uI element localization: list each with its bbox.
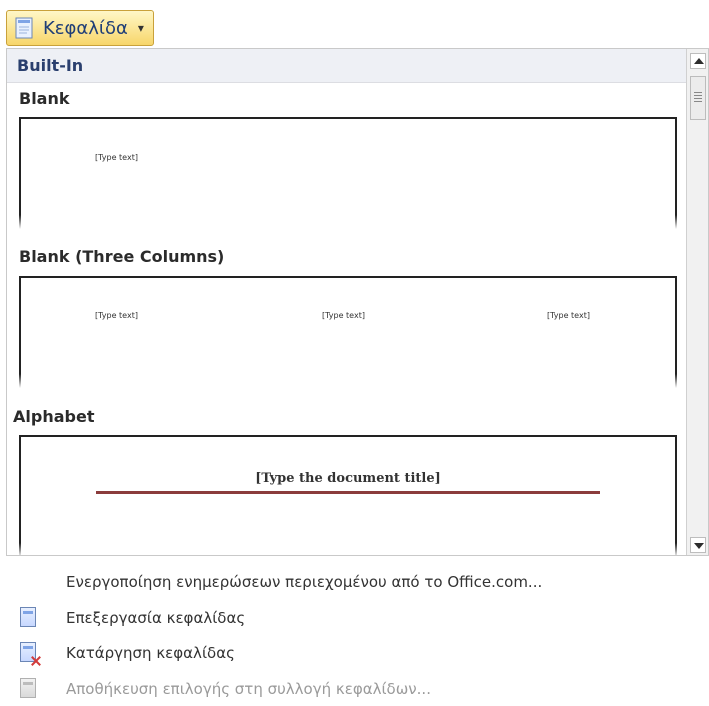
document-header-icon [15,17,35,39]
builtin-section-header: Built-In [7,49,687,83]
blank-icon [14,568,42,596]
blank-three-columns-section-title: Blank (Three Columns) [19,247,225,266]
scroll-thumb[interactable] [690,76,706,120]
alphabet-header-preview[interactable]: [Type the document title] [19,435,677,555]
save-header-icon [14,675,42,703]
blank-three-columns-preview[interactable]: [Type text] [Type text] [Type text] [19,276,677,388]
save-selection-label: Αποθήκευση επιλογής στη συλλογή κεφαλίδω… [66,680,431,698]
three-col-placeholder-right: [Type text] [547,311,590,320]
enable-office-updates-menu-item[interactable]: Ενεργοποίηση ενημερώσεων περιεχομένου απ… [6,565,709,599]
header-gallery: Built-In Blank [Type text] Blank (Three … [6,48,709,556]
gallery-scrollbar[interactable] [686,49,708,555]
chevron-down-icon: ▾ [137,21,144,35]
blank-section-title: Blank [19,89,70,108]
three-col-placeholder-left: [Type text] [95,311,138,320]
remove-header-label: Κατάργηση κεφαλίδας [66,644,235,662]
blank-placeholder-text: [Type text] [95,153,138,162]
enable-office-updates-label: Ενεργοποίηση ενημερώσεων περιεχομένου απ… [66,573,543,591]
edit-header-label: Επεξεργασία κεφαλίδας [66,609,246,627]
scroll-down-icon[interactable] [690,537,706,553]
edit-header-menu-item[interactable]: Επεξεργασία κεφαλίδας [6,601,709,635]
alphabet-section-title: Alphabet [13,407,95,426]
blank-header-preview[interactable]: [Type text] [19,117,677,229]
alphabet-document-title-placeholder: [Type the document title] [255,471,441,486]
remove-header-menu-item[interactable]: Κατάργηση κεφαλίδας [6,636,709,670]
header-dropdown-button[interactable]: Κεφαλίδα ▾ [6,10,154,46]
header-dropdown-label: Κεφαλίδα [43,17,128,39]
three-col-placeholder-center: [Type text] [322,311,365,320]
scroll-up-icon[interactable] [690,53,706,69]
remove-header-icon [14,639,42,667]
edit-header-icon [14,604,42,632]
alphabet-rule [96,491,600,494]
